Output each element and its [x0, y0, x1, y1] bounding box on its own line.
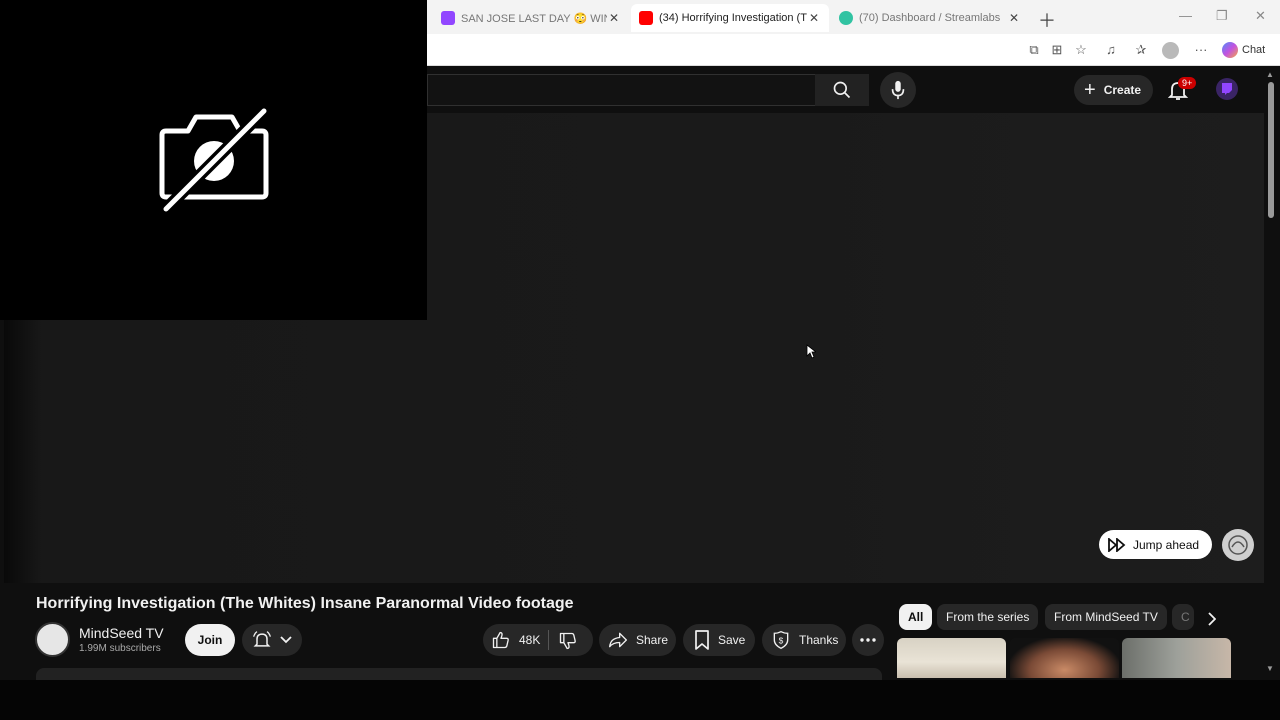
twitch-glitch-icon: [1222, 83, 1232, 95]
tab-twitch[interactable]: SAN JOSE LAST DAY 😳 WINCHESTER ✕: [433, 4, 629, 32]
chip-all[interactable]: All: [899, 604, 933, 630]
favorites-icon[interactable]: ✰: [1133, 42, 1149, 58]
account-avatar[interactable]: [1216, 78, 1238, 100]
close-icon[interactable]: ✕: [807, 11, 821, 25]
video-title: Horrifying Investigation (The Whites) In…: [36, 595, 574, 612]
channel-watermark[interactable]: [1222, 529, 1254, 561]
close-icon[interactable]: ✕: [1007, 11, 1021, 25]
microphone-icon: [891, 80, 905, 100]
share-button[interactable]: Share: [599, 624, 676, 656]
chip-from-the-series[interactable]: From the series: [937, 604, 1039, 630]
mouse-cursor-icon: [806, 344, 816, 359]
extensions-grid-icon[interactable]: ⊞: [1049, 42, 1065, 58]
fast-forward-icon: [1108, 537, 1126, 552]
jump-ahead-button[interactable]: Jump ahead: [1099, 530, 1213, 559]
recommendation-thumbnail[interactable]: [1122, 638, 1231, 678]
bookmark-icon: [695, 630, 709, 650]
search-input[interactable]: [427, 74, 815, 106]
chevron-down-icon: [280, 636, 292, 644]
scrollbar-thumb[interactable]: [1268, 82, 1274, 218]
scroll-down-icon[interactable]: ▼: [1266, 664, 1274, 673]
save-button[interactable]: Save: [683, 624, 755, 656]
super-thanks-icon: $: [773, 630, 789, 650]
chip-partial[interactable]: C: [1172, 604, 1194, 630]
os-taskbar: [0, 680, 1280, 720]
screen: SAN JOSE LAST DAY 😳 WINCHESTER ✕ (34) Ho…: [0, 0, 1280, 720]
dislike-button[interactable]: [558, 631, 578, 656]
tab-youtube[interactable]: (34) Horrifying Investigation (The White…: [631, 4, 829, 32]
copilot-icon: [1222, 42, 1238, 58]
subscriber-count: 1.99M subscribers: [79, 643, 161, 654]
voice-search-button[interactable]: [880, 72, 916, 108]
scroll-up-icon[interactable]: ▲: [1266, 70, 1274, 79]
svg-text:$: $: [779, 635, 784, 645]
share-icon: [609, 632, 627, 648]
channel-name[interactable]: MindSeed TV: [79, 625, 164, 641]
thumbs-up-icon: [492, 631, 509, 649]
thanks-button[interactable]: $ Thanks: [762, 624, 846, 656]
chip-from-channel[interactable]: From MindSeed TV: [1045, 604, 1167, 630]
more-actions-button[interactable]: [852, 624, 884, 656]
copilot-chat-button[interactable]: Chat: [1222, 42, 1265, 58]
channel-avatar[interactable]: [35, 622, 70, 657]
minimize-icon[interactable]: —: [1179, 8, 1192, 23]
window-close-icon[interactable]: ✕: [1255, 8, 1266, 24]
new-tab-button[interactable]: ＋: [1038, 7, 1056, 33]
bell-icon: [253, 631, 271, 647]
notification-badge: 9+: [1178, 77, 1197, 89]
chevron-right-icon: [1208, 612, 1216, 626]
close-icon[interactable]: ✕: [607, 11, 621, 25]
create-button[interactable]: + Create: [1074, 75, 1154, 105]
profile-avatar[interactable]: [1162, 42, 1179, 59]
media-icon[interactable]: ♫: [1103, 42, 1119, 58]
camera-off-overlay: [0, 0, 427, 320]
subscription-notifications-button[interactable]: [242, 624, 302, 656]
plus-icon: +: [1084, 79, 1096, 101]
search-icon: [833, 81, 851, 99]
streamlabs-favicon-icon: [839, 11, 853, 25]
like-divider: [548, 630, 549, 650]
search-button[interactable]: [815, 74, 869, 106]
translate-icon[interactable]: ⧉: [1026, 42, 1042, 58]
like-count: 48K: [519, 633, 541, 647]
tab-streamlabs[interactable]: (70) Dashboard / Streamlabs ✕: [831, 4, 1029, 32]
youtube-favicon-icon: [639, 11, 653, 25]
restore-icon[interactable]: ❐: [1216, 8, 1228, 24]
channel-logo-icon: [1228, 535, 1248, 555]
camera-off-icon: [159, 106, 269, 213]
description-box[interactable]: [36, 668, 882, 680]
more-horizontal-icon: [860, 638, 876, 642]
recommendation-thumbnail[interactable]: [897, 638, 1006, 678]
join-button[interactable]: Join: [185, 624, 235, 656]
favorite-star-icon[interactable]: ☆: [1073, 42, 1089, 58]
more-menu-icon[interactable]: ···: [1193, 42, 1209, 58]
recommendation-thumbnail[interactable]: [1010, 638, 1119, 678]
like-button[interactable]: [491, 630, 511, 650]
chips-next-button[interactable]: [1203, 609, 1221, 629]
thumbs-down-icon: [559, 632, 576, 650]
twitch-favicon-icon: [441, 11, 455, 25]
